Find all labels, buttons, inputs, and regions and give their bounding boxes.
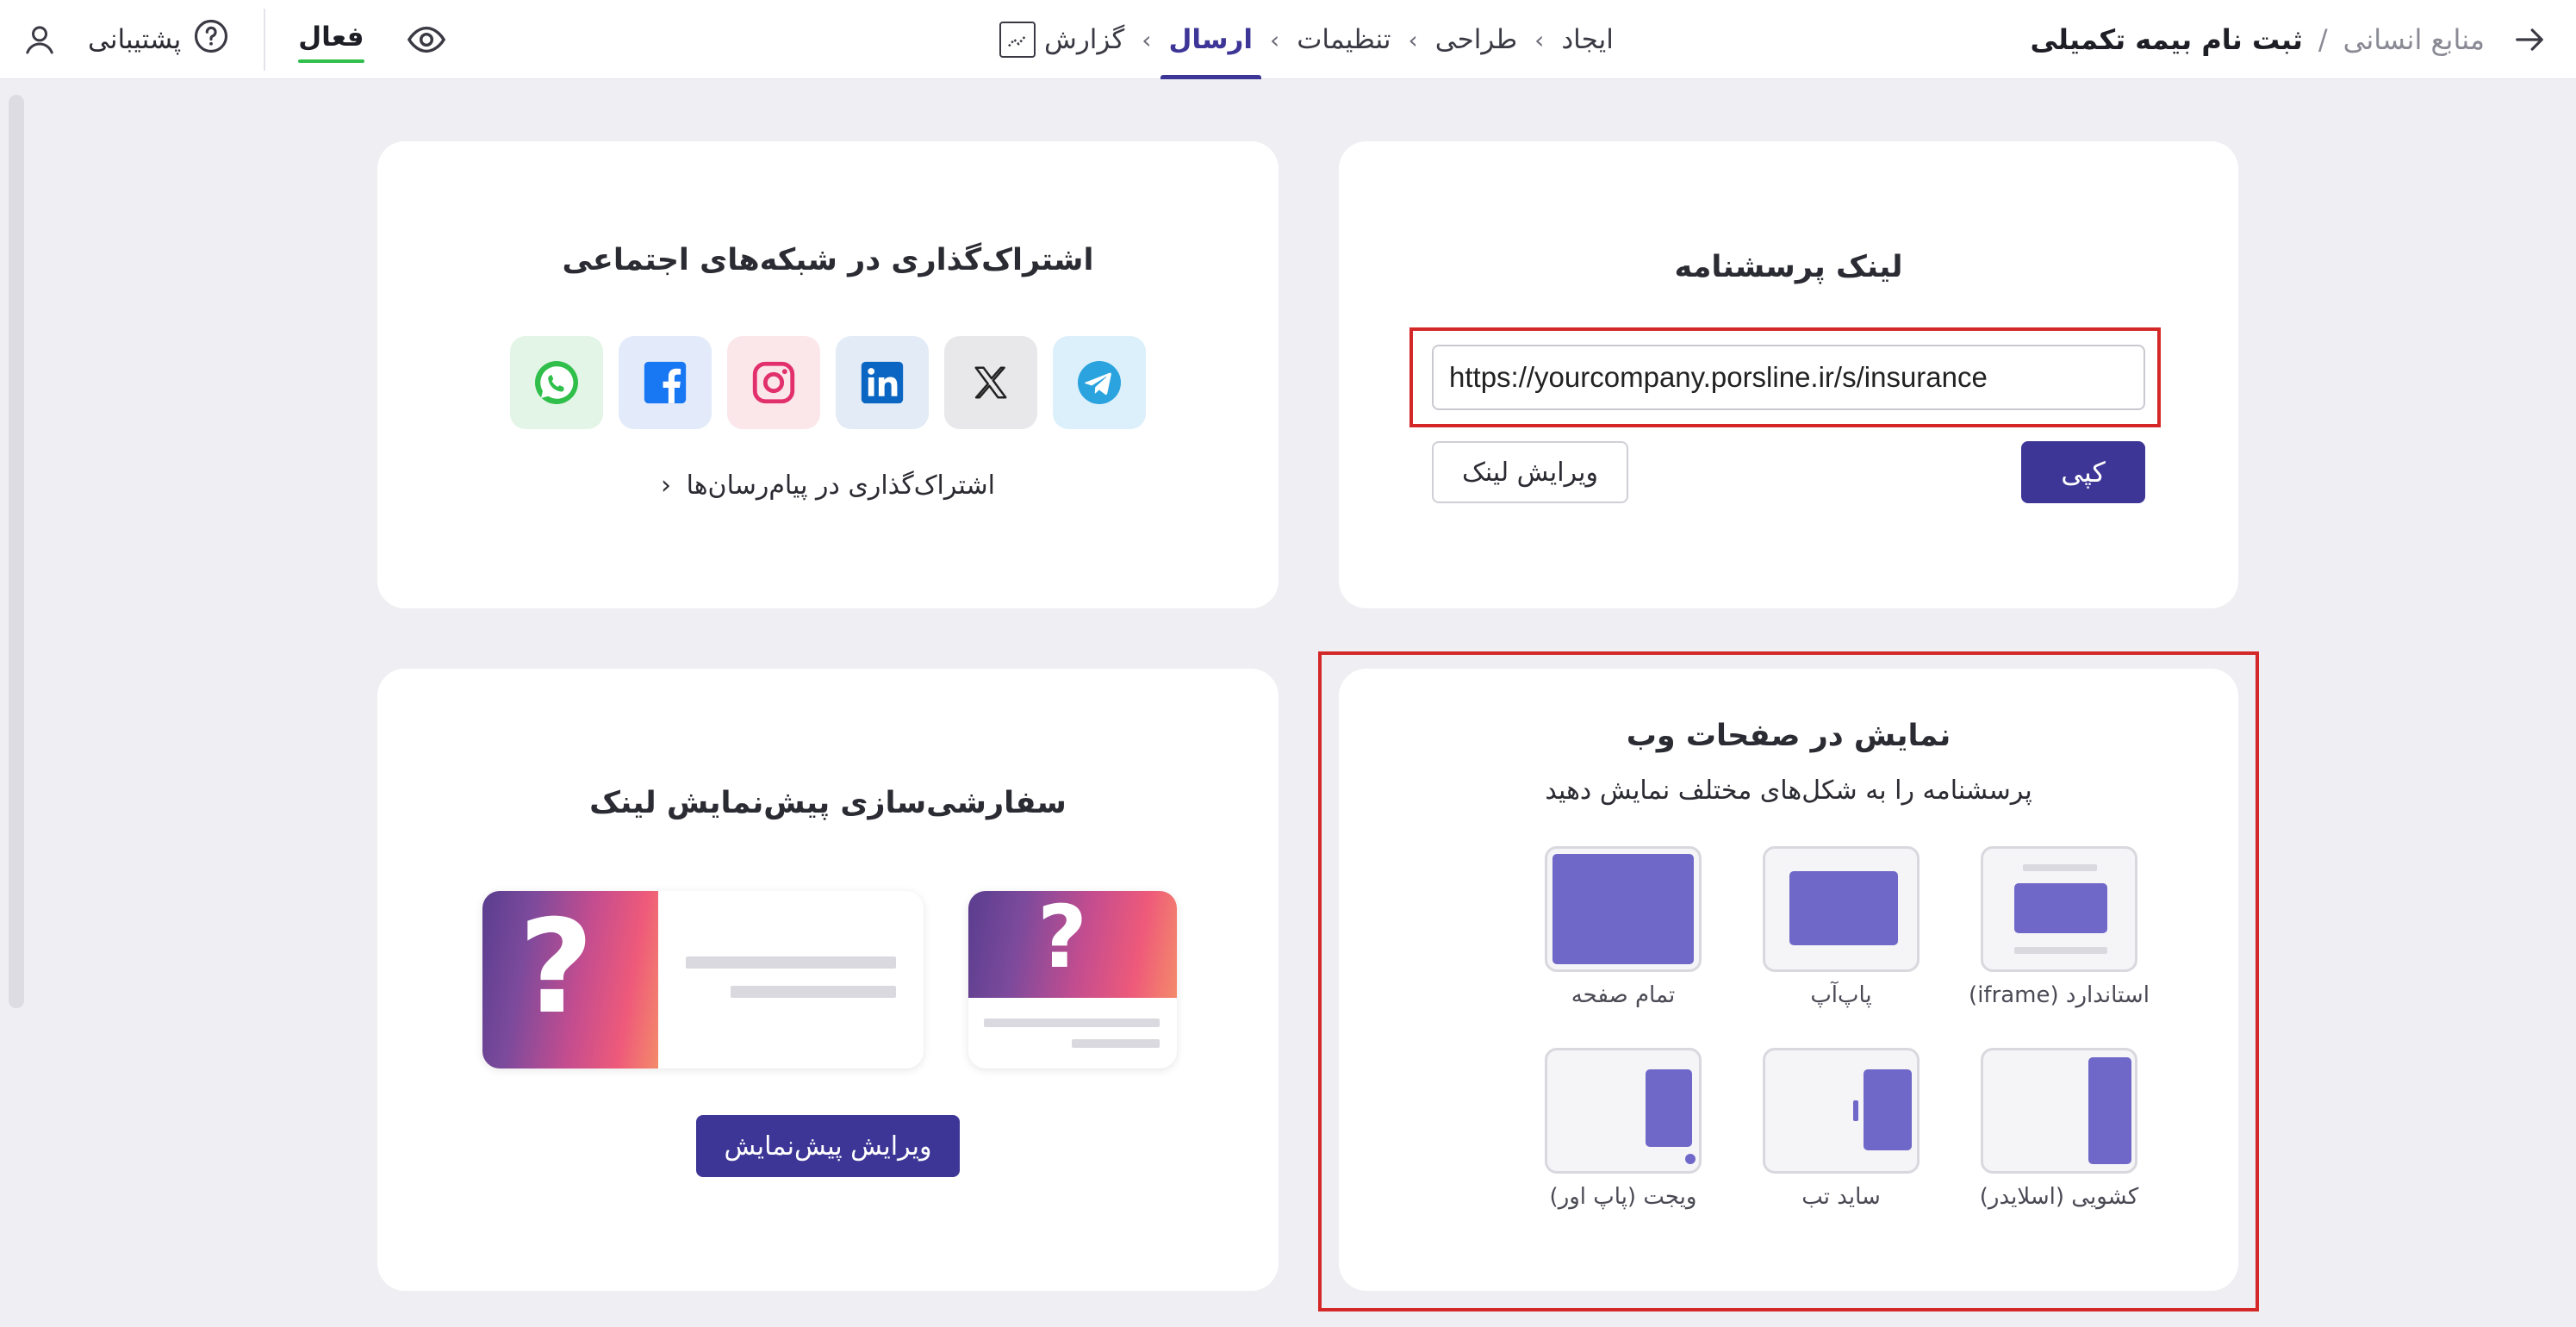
slider-thumbnail	[1981, 1048, 2137, 1174]
top-left-actions: پشتیبانی فعال	[0, 0, 452, 79]
porsline-logo-icon: ?	[1037, 891, 1088, 987]
option-label: کشویی (اسلایدر)	[1979, 1184, 2139, 1210]
x-twitter-icon[interactable]	[944, 336, 1037, 429]
support-link[interactable]: پشتیبانی	[88, 18, 229, 61]
whatsapp-icon[interactable]	[510, 336, 603, 429]
step-send[interactable]: ارسال	[1160, 0, 1262, 79]
step-create[interactable]: ایجاد	[1552, 0, 1622, 79]
breadcrumb-parent[interactable]: منابع انسانی	[2343, 23, 2485, 56]
option-label: پاپ‌آپ	[1810, 982, 1872, 1008]
option-slider[interactable]: کشویی (اسلایدر)	[1956, 1048, 2162, 1210]
divider	[264, 9, 266, 71]
step-settings[interactable]: تنظیمات	[1288, 0, 1399, 79]
preview-card-title: سفارشی‌سازی پیش‌نمایش لینک	[589, 786, 1067, 820]
copy-button[interactable]: کپی	[2021, 441, 2145, 503]
widget-popover-thumbnail	[1545, 1048, 1702, 1174]
social-card-title: اشتراک‌گذاری در شبکه‌های اجتماعی	[562, 243, 1094, 277]
step-design[interactable]: طراحی	[1427, 0, 1526, 79]
support-label: پشتیبانی	[88, 24, 182, 55]
option-widget-popover[interactable]: ویجت (پاپ اور)	[1520, 1048, 1727, 1210]
step-report[interactable]: گزارش	[991, 0, 1133, 79]
option-label: استاندارد (iframe)	[1969, 982, 2150, 1008]
compact-preview-thumbnail: ?	[968, 891, 1177, 1068]
option-side-tab[interactable]: ساید تب	[1738, 1048, 1944, 1210]
chevron-left-icon: ‹	[661, 470, 672, 501]
survey-url-field[interactable]	[1432, 345, 2145, 410]
chevron-left-icon: ‹	[1534, 25, 1545, 54]
popup-thumbnail	[1763, 846, 1920, 972]
breadcrumb-current: ثبت نام بیمه تکمیلی	[2030, 23, 2303, 56]
link-preview-card: سفارشی‌سازی پیش‌نمایش لینک ? ? ویرایش پی…	[377, 669, 1279, 1291]
option-full-page[interactable]: تمام صفحه	[1520, 846, 1727, 1008]
step-navigation: ایجاد ‹ طراحی ‹ تنظیمات ‹ ارسال ‹ گزارش	[991, 0, 1622, 79]
step-report-label: گزارش	[1044, 24, 1125, 55]
option-popup[interactable]: پاپ‌آپ	[1738, 846, 1944, 1008]
eye-icon[interactable]	[401, 14, 452, 65]
status-toggle[interactable]: فعال	[298, 22, 364, 63]
full-page-thumbnail	[1545, 846, 1702, 972]
scrollbar[interactable]	[9, 95, 24, 1008]
option-label: ویجت (پاپ اور)	[1549, 1184, 1697, 1210]
share-messengers-label: اشتراک‌گذاری در پیام‌رسان‌ها	[686, 470, 995, 501]
share-messengers-link[interactable]: اشتراک‌گذاری در پیام‌رسان‌ها ‹	[377, 470, 1279, 501]
edit-link-button[interactable]: ویرایش لینک	[1432, 441, 1628, 503]
edit-preview-button[interactable]: ویرایش پیش‌نمایش	[696, 1115, 960, 1177]
help-icon	[193, 18, 229, 61]
web-card-subtitle: پرسشنامه را به شکل‌های مختلف نمایش دهید	[1545, 776, 2032, 806]
facebook-icon[interactable]	[619, 336, 712, 429]
chevron-left-icon: ‹	[1142, 25, 1152, 54]
chevron-left-icon: ‹	[1270, 25, 1280, 54]
web-card-title: نمایش در صفحات وب	[1626, 719, 1951, 753]
survey-link-card: لینک پرسشنامه کپی ویرایش لینک	[1339, 141, 2238, 608]
linkedin-icon[interactable]	[836, 336, 929, 429]
top-bar: ثبت نام بیمه تکمیلی / منابع انسانی ایجاد…	[0, 0, 2576, 79]
standard-iframe-thumbnail	[1981, 846, 2137, 972]
option-label: تمام صفحه	[1571, 982, 1676, 1008]
back-arrow-icon[interactable]	[2504, 14, 2555, 65]
report-icon	[999, 22, 1036, 58]
telegram-icon[interactable]	[1053, 336, 1146, 429]
breadcrumb: ثبت نام بیمه تکمیلی / منابع انسانی	[2031, 16, 2485, 64]
option-label: ساید تب	[1801, 1184, 1881, 1210]
user-icon[interactable]	[0, 0, 79, 79]
porsline-logo-icon: ?	[519, 893, 594, 1043]
side-tab-thumbnail	[1763, 1048, 1920, 1174]
instagram-icon[interactable]	[727, 336, 820, 429]
option-standard-iframe[interactable]: استاندارد (iframe)	[1956, 846, 2162, 1008]
social-icons-row	[510, 336, 1146, 429]
wide-preview-thumbnail: ?	[482, 891, 924, 1068]
web-display-card: نمایش در صفحات وب پرسشنامه را به شکل‌های…	[1339, 669, 2238, 1291]
social-share-card: اشتراک‌گذاری در شبکه‌های اجتماعی اشتراک‌…	[377, 141, 1279, 608]
chevron-left-icon: ‹	[1408, 25, 1418, 54]
link-card-title: لینک پرسشنامه	[1674, 250, 1903, 284]
breadcrumb-separator: /	[2318, 23, 2328, 56]
